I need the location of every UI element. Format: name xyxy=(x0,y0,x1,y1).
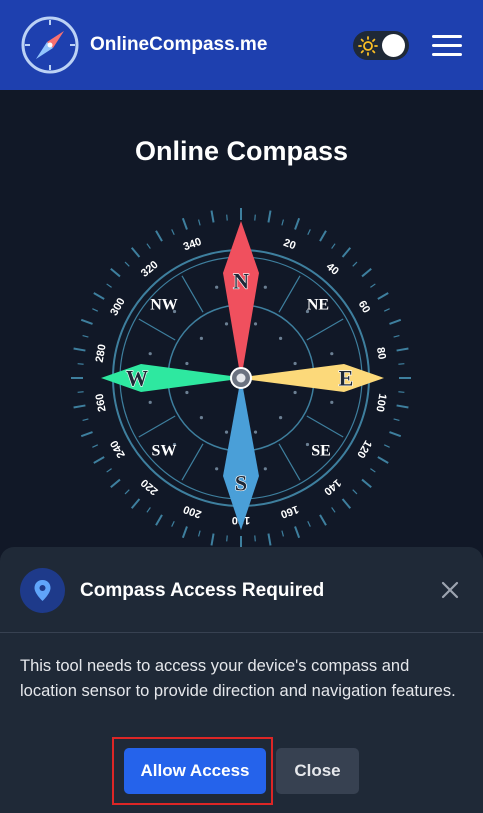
allow-access-button[interactable]: Allow Access xyxy=(124,748,266,794)
close-button[interactable]: Close xyxy=(276,748,359,794)
degree-label: 120 xyxy=(354,438,374,460)
needle-east xyxy=(251,364,384,392)
intercardinal-label-nw: NW xyxy=(150,297,178,314)
cardinal-label-east: E xyxy=(339,366,354,391)
degree-label: 160 xyxy=(279,503,300,521)
cardinal-label-north: N xyxy=(233,269,249,294)
degree-label: 100 xyxy=(373,393,388,413)
compass-dial: 0204060801001201401601802002202402602803… xyxy=(71,208,411,548)
degree-label: 220 xyxy=(139,476,161,497)
needle-south xyxy=(223,388,259,530)
toggle-knob xyxy=(382,34,405,57)
degree-label: 140 xyxy=(321,476,343,497)
intercardinal-label-sw: SW xyxy=(152,443,177,460)
theme-toggle[interactable] xyxy=(353,31,409,60)
degree-label: 20 xyxy=(282,237,298,252)
sun-icon xyxy=(358,36,378,56)
dialog-message: This tool needs to access your device's … xyxy=(20,657,456,700)
intercardinal-label-se: SE xyxy=(311,443,331,460)
location-pin-icon xyxy=(20,568,65,613)
page-title: Online Compass xyxy=(134,136,349,166)
cardinal-label-south: S xyxy=(235,471,247,496)
needle-hub-center xyxy=(236,373,246,383)
intercardinal-label-ne: NE xyxy=(307,297,329,314)
cardinal-label-west: W xyxy=(126,366,148,391)
degree-label: 280 xyxy=(94,343,109,363)
compass-logo-icon[interactable] xyxy=(20,15,80,75)
dialog-title: Compass Access Required xyxy=(80,580,325,601)
degree-label: 320 xyxy=(139,259,161,280)
degree-label: 260 xyxy=(94,393,109,413)
brand-name[interactable]: OnlineCompass.me xyxy=(90,34,267,56)
needle-north xyxy=(223,221,259,368)
degree-label: 200 xyxy=(182,503,203,521)
degree-label: 80 xyxy=(374,346,388,360)
degree-label: 60 xyxy=(356,299,373,316)
close-icon[interactable] xyxy=(439,579,461,601)
degree-label: 340 xyxy=(182,236,203,254)
degree-label: 300 xyxy=(108,296,128,318)
dialog-divider xyxy=(0,632,483,633)
hamburger-menu-icon[interactable] xyxy=(432,33,464,57)
degree-label: 40 xyxy=(324,261,341,278)
degree-label: 240 xyxy=(108,438,128,460)
app-header: OnlineCompass.me xyxy=(0,0,483,90)
